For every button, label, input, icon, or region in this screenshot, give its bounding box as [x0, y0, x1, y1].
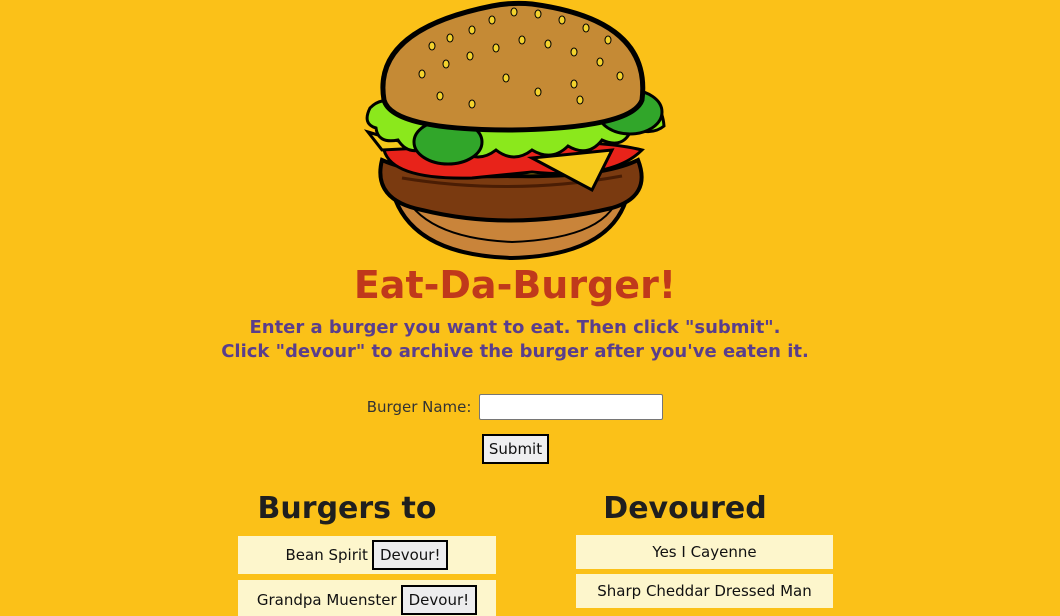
burger-name-input[interactable]	[479, 394, 664, 420]
devour-button[interactable]: Devour!	[371, 540, 449, 570]
burger-name-label: Burger Name:	[366, 398, 472, 416]
list-item: Yes I Cayenne	[576, 535, 833, 569]
instructions-line-1: Enter a burger you want to eat. Then cli…	[249, 317, 781, 338]
page-title: Eat-Da-Burger!	[353, 263, 677, 307]
burger-name: Yes I Cayenne	[652, 543, 757, 561]
list-item: Bean Spirit Devour!	[238, 536, 496, 574]
list-item: Sharp Cheddar Dressed Man	[576, 574, 833, 608]
page: Eat-Da-Burger! Enter a burger you want t…	[0, 0, 1060, 616]
burger-form: Burger Name:	[0, 394, 1030, 420]
burger-name: Grandpa Muenster	[256, 591, 397, 609]
burger-name: Sharp Cheddar Dressed Man	[597, 582, 812, 600]
list-item: Grandpa Muenster Devour!	[238, 580, 496, 616]
instructions: Enter a burger you want to eat. Then cli…	[0, 316, 1030, 364]
burger-name: Bean Spirit	[285, 546, 368, 564]
submit-button[interactable]: Submit	[482, 434, 549, 464]
instructions-line-2: Click "devour" to archive the burger aft…	[221, 341, 809, 362]
burger-icon	[363, 0, 666, 261]
devour-button[interactable]: Devour!	[400, 585, 478, 615]
